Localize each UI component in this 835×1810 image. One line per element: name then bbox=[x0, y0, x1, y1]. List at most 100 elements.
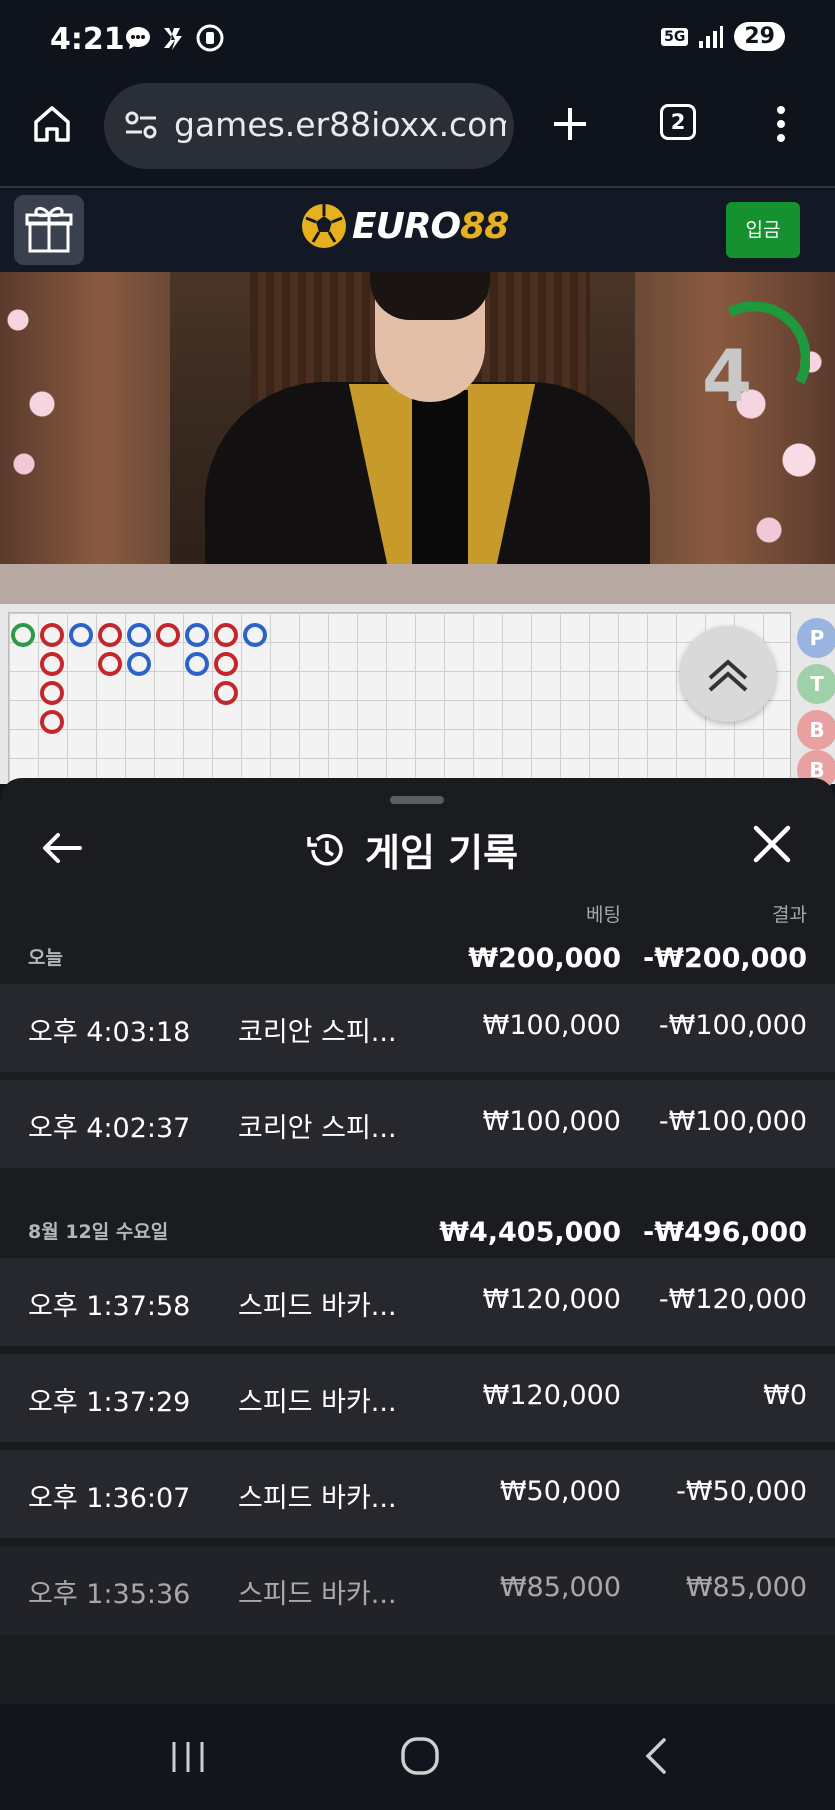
sheet-title: 게임 기록 bbox=[365, 831, 519, 875]
row-game: 스피드 바카... bbox=[238, 1483, 397, 1514]
row-game: 스피드 바카... bbox=[238, 1291, 397, 1322]
row-time: 오후 4:03:18 bbox=[28, 1017, 191, 1048]
flash-icon bbox=[164, 28, 182, 50]
deposit-button[interactable]: 입금 bbox=[726, 202, 800, 258]
row-bet: ₩85,000 bbox=[499, 1572, 621, 1603]
row-time: 오후 1:37:29 bbox=[28, 1387, 191, 1418]
row-result: -₩50,000 bbox=[676, 1476, 807, 1507]
history-row[interactable]: 오후 1:36:07 스피드 바카... ₩50,000 -₩50,000 bbox=[0, 1450, 835, 1538]
player-pill[interactable]: P bbox=[797, 618, 835, 658]
banker-bead bbox=[40, 623, 64, 647]
player-bead bbox=[69, 623, 93, 647]
banker-bead bbox=[214, 623, 238, 647]
home-button-icon[interactable] bbox=[400, 1736, 440, 1776]
close-icon[interactable] bbox=[752, 824, 792, 864]
player-bead bbox=[185, 652, 209, 676]
row-game: 코리안 스피... bbox=[238, 1017, 397, 1048]
status-time: 4:21 bbox=[50, 22, 125, 57]
date-group-header: 오늘 ₩200,000 -₩200,000 bbox=[0, 914, 835, 984]
expand-roadmap-button[interactable] bbox=[680, 626, 776, 722]
system-navigation-bar bbox=[0, 1704, 835, 1810]
row-bet: ₩100,000 bbox=[482, 1106, 621, 1137]
row-result: -₩120,000 bbox=[658, 1284, 807, 1315]
recent-apps-icon[interactable] bbox=[168, 1740, 208, 1774]
soccer-ball-icon bbox=[302, 204, 346, 248]
site-header: EURO88 입금 bbox=[0, 190, 835, 272]
gift-button[interactable] bbox=[14, 195, 84, 265]
bead-road: P T B B bbox=[0, 604, 835, 790]
live-dealer-video[interactable]: 4 bbox=[0, 272, 835, 604]
battery-level: 29 bbox=[734, 22, 785, 51]
euro88-logo[interactable]: EURO88 bbox=[300, 202, 509, 250]
banker-bead bbox=[98, 652, 122, 676]
network-type: 5G bbox=[661, 27, 689, 46]
gift-icon bbox=[25, 206, 73, 253]
row-time: 오후 1:35:36 bbox=[28, 1579, 191, 1610]
history-row[interactable]: 오후 4:03:18 코리안 스피... ₩100,000 -₩100,000 bbox=[0, 984, 835, 1072]
sheet-header: 게임 기록 bbox=[305, 822, 518, 877]
row-bet: ₩120,000 bbox=[482, 1380, 621, 1411]
notification-icons bbox=[124, 24, 224, 52]
site-settings-icon[interactable] bbox=[124, 110, 158, 140]
home-icon[interactable] bbox=[30, 102, 74, 146]
history-row[interactable]: 오후 1:35:36 스피드 바카... ₩85,000 ₩85,000 bbox=[0, 1546, 835, 1634]
address-bar[interactable]: games.er88ioxx.com bbox=[104, 83, 514, 169]
player-bead bbox=[185, 623, 209, 647]
row-time: 오후 4:02:37 bbox=[28, 1113, 191, 1144]
history-row[interactable]: 오후 1:37:58 스피드 바카... ₩120,000 -₩120,000 bbox=[0, 1258, 835, 1346]
player-bead bbox=[127, 623, 151, 647]
row-bet: ₩100,000 bbox=[482, 1010, 621, 1041]
tie-bead bbox=[11, 623, 35, 647]
browser-toolbar: games.er88ioxx.com 2 bbox=[0, 80, 835, 188]
row-result: ₩0 bbox=[763, 1380, 807, 1411]
drag-handle[interactable] bbox=[390, 796, 444, 804]
history-icon bbox=[307, 833, 343, 866]
player-bead bbox=[243, 623, 267, 647]
row-time: 오후 1:37:58 bbox=[28, 1291, 191, 1322]
shield-icon bbox=[196, 24, 224, 52]
banker-bead bbox=[156, 623, 180, 647]
logo-text-euro: EURO bbox=[352, 205, 461, 247]
row-bet: ₩50,000 bbox=[499, 1476, 621, 1507]
date-label: 8월 12일 수요일 bbox=[28, 1221, 169, 1243]
banker-bead bbox=[214, 681, 238, 705]
banker-bead bbox=[40, 710, 64, 734]
row-result: -₩100,000 bbox=[658, 1010, 807, 1041]
signal-icon bbox=[699, 25, 724, 48]
url-text: games.er88ioxx.com bbox=[174, 105, 506, 144]
logo-text-88: 88 bbox=[460, 205, 509, 247]
banker-pill[interactable]: B bbox=[797, 710, 835, 750]
banker-bead bbox=[40, 681, 64, 705]
group-bet-total: ₩4,405,000 bbox=[439, 1217, 621, 1248]
player-bead bbox=[127, 652, 151, 676]
back-arrow-icon[interactable] bbox=[40, 826, 84, 870]
row-bet: ₩120,000 bbox=[482, 1284, 621, 1315]
banker-bead bbox=[214, 652, 238, 676]
banker-bead bbox=[98, 623, 122, 647]
row-game: 스피드 바카... bbox=[238, 1579, 397, 1610]
history-row[interactable]: 오후 1:37:29 스피드 바카... ₩120,000 ₩0 bbox=[0, 1354, 835, 1442]
back-chevron-icon[interactable] bbox=[636, 1736, 676, 1776]
new-tab-icon[interactable] bbox=[548, 102, 592, 146]
row-game: 스피드 바카... bbox=[238, 1387, 397, 1418]
date-group-header: 8월 12일 수요일 ₩4,405,000 -₩496,000 bbox=[0, 1188, 835, 1258]
tie-pill[interactable]: T bbox=[797, 664, 835, 704]
tab-switcher-button[interactable]: 2 bbox=[660, 104, 696, 140]
row-result: -₩100,000 bbox=[658, 1106, 807, 1137]
group-result-total: -₩496,000 bbox=[643, 1217, 807, 1248]
message-icon bbox=[126, 27, 150, 49]
more-menu-icon[interactable] bbox=[766, 102, 796, 146]
group-result-total: -₩200,000 bbox=[643, 943, 807, 974]
history-row[interactable]: 오후 4:02:37 코리안 스피... ₩100,000 -₩100,000 bbox=[0, 1080, 835, 1168]
double-chevron-up-icon bbox=[708, 659, 748, 692]
row-game: 코리안 스피... bbox=[238, 1113, 397, 1144]
row-result: ₩85,000 bbox=[685, 1572, 807, 1603]
date-label: 오늘 bbox=[28, 947, 63, 969]
game-history-sheet: 게임 기록 베팅 결과 오늘 ₩200,000 -₩200,000 오후 4:0… bbox=[0, 778, 835, 1704]
row-time: 오후 1:36:07 bbox=[28, 1483, 191, 1514]
roadmap-grid bbox=[8, 612, 791, 782]
group-bet-total: ₩200,000 bbox=[468, 943, 621, 974]
status-bar: 4:21 5G 29 bbox=[0, 0, 835, 80]
banker-bead bbox=[40, 652, 64, 676]
baccarat-table bbox=[0, 564, 835, 604]
